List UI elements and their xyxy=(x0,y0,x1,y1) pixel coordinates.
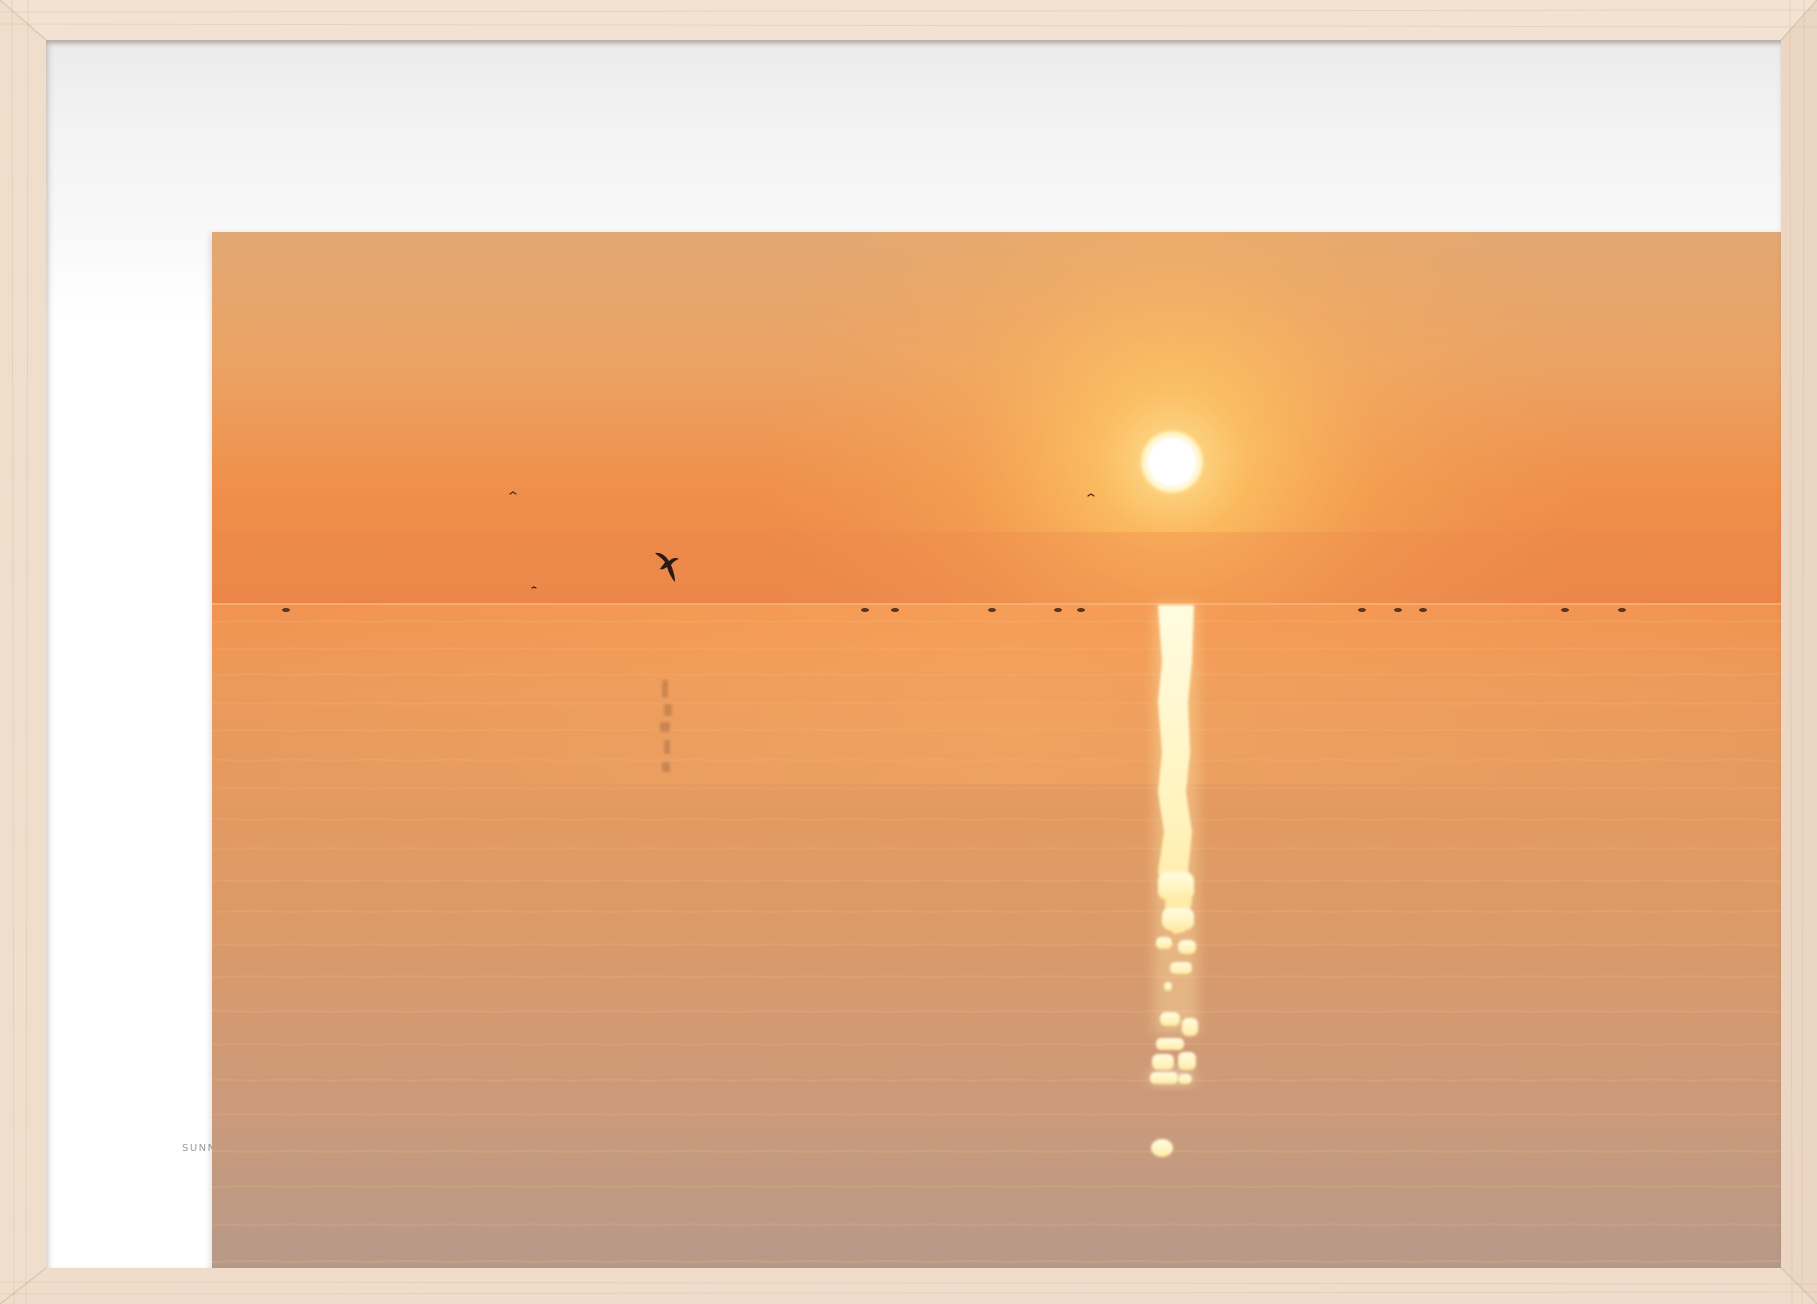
wooden-frame xyxy=(0,0,1817,1304)
framed-print-scene: SUNN xyxy=(0,0,1817,1304)
